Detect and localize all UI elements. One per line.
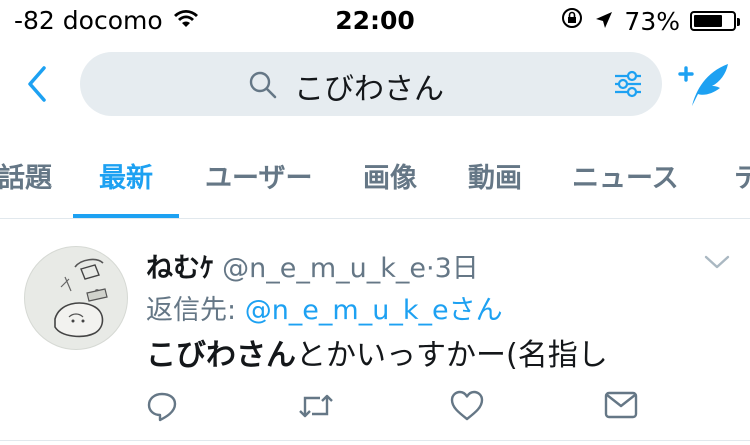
separator-dot: ·	[425, 253, 435, 284]
search-query: こびわさん	[294, 72, 444, 107]
avatar-drawing	[54, 258, 108, 338]
battery-icon	[690, 11, 740, 31]
back-button[interactable]	[20, 62, 60, 106]
tab-next[interactable]: テ	[734, 156, 750, 195]
tweet[interactable]: ねむｹ @n_e_m_u_k_e·3日 返信先: @n_e_m_u_k_eさん …	[0, 218, 750, 441]
tweet-time[interactable]: 3日	[435, 253, 479, 284]
tab-videos[interactable]: 動画	[468, 156, 522, 195]
like-icon[interactable]	[450, 390, 484, 426]
battery-nub	[737, 18, 740, 26]
tab-images[interactable]: 画像	[363, 156, 417, 195]
author-handle[interactable]: @n_e_m_u_k_e	[222, 253, 426, 284]
battery-level	[694, 15, 722, 27]
retweet-icon[interactable]	[298, 390, 334, 426]
rotation-lock-icon	[560, 6, 584, 36]
search-icon	[248, 70, 278, 104]
search-tabs: 話題 最新 ユーザー 画像 動画 ニュース テ	[0, 140, 750, 219]
reply-to-link[interactable]: @n_e_m_u_k_eさん	[245, 295, 503, 326]
compose-button[interactable]	[676, 60, 736, 108]
tab-trending[interactable]: 話題	[0, 156, 52, 195]
tweet-text: こびわさんとかいっすかー(名指し	[146, 330, 608, 374]
tab-latest[interactable]: 最新	[99, 156, 153, 195]
tab-users[interactable]: ユーザー	[205, 156, 312, 195]
tweet-text-rest: とかいっすかー(名指し	[296, 338, 608, 373]
status-right: 73%	[550, 6, 740, 36]
tweet-text-highlight: こびわさん	[146, 338, 296, 373]
nav-bar: こびわさん	[0, 52, 750, 116]
avatar[interactable]	[24, 246, 128, 350]
dm-icon[interactable]	[604, 390, 638, 424]
battery-percent: 73%	[624, 6, 680, 36]
status-bar: -82 docomo 22:00 73%	[0, 0, 750, 42]
location-arrow-icon	[594, 7, 614, 36]
back-chevron-icon	[28, 66, 46, 102]
tweet-header: ねむｹ @n_e_m_u_k_e·3日	[146, 246, 479, 285]
filter-sliders-icon[interactable]	[612, 68, 644, 104]
reply-to-line: 返信先: @n_e_m_u_k_eさん	[146, 288, 503, 327]
chevron-down-icon[interactable]	[704, 254, 730, 274]
author-name[interactable]: ねむｹ	[146, 253, 214, 284]
reply-prefix: 返信先:	[146, 295, 245, 326]
reply-icon[interactable]	[146, 390, 178, 426]
tab-news[interactable]: ニュース	[572, 156, 679, 195]
compose-feather-icon	[678, 64, 728, 106]
search-input[interactable]: こびわさん	[80, 52, 662, 116]
